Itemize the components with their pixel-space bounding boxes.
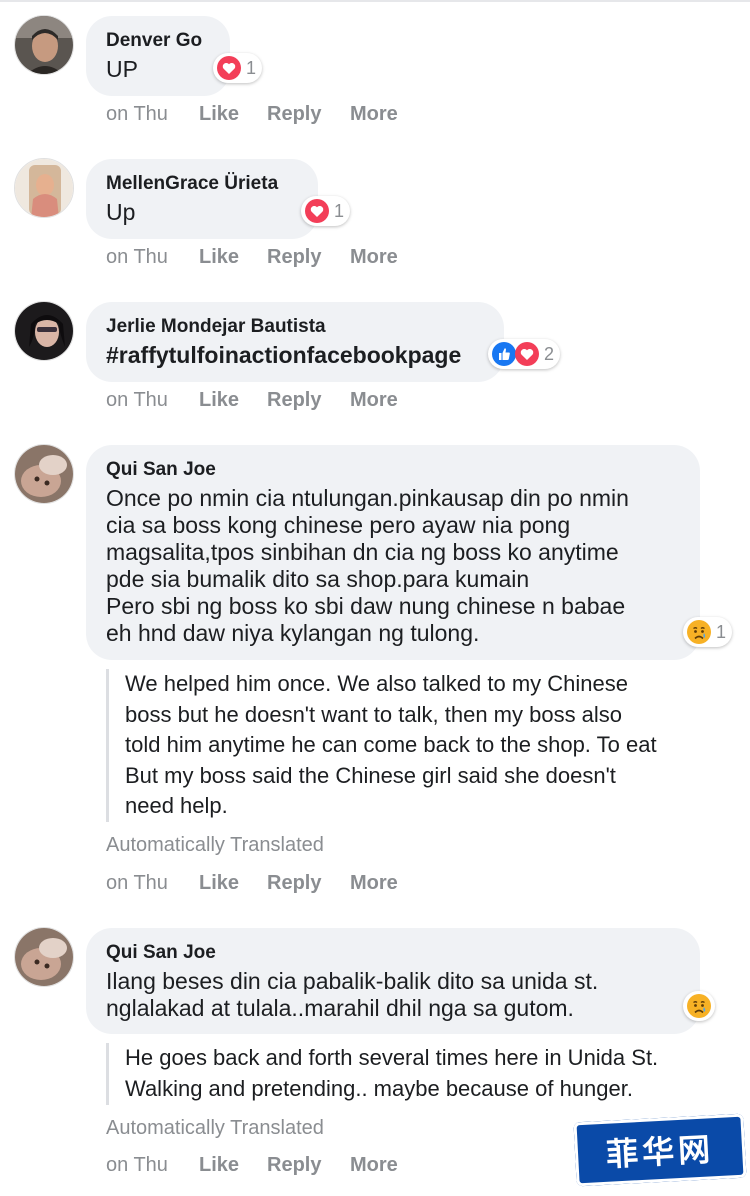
comment-bubble[interactable]: Jerlie Mondejar Bautista #raffytulfoinac… [86, 302, 504, 382]
more-button[interactable]: More [350, 246, 398, 269]
reaction-badge[interactable]: 1 [213, 53, 263, 83]
reaction-count: 2 [544, 343, 555, 364]
comment-bubble[interactable]: Denver Go UP [86, 16, 230, 96]
love-reaction-icon [217, 56, 241, 80]
comment-bubble[interactable]: MellenGrace Ürieta Up [86, 159, 318, 239]
avatar[interactable] [14, 927, 74, 987]
avatar[interactable] [14, 158, 74, 218]
comment-timestamp[interactable]: on Thu [106, 1154, 168, 1177]
reply-button[interactable]: Reply [267, 246, 321, 269]
translation-line: boss but he doesn't want to talk, then m… [125, 701, 623, 727]
reply-button[interactable]: Reply [267, 389, 321, 412]
avatar[interactable] [14, 15, 74, 75]
reaction-badge[interactable]: 2 [488, 339, 561, 369]
watermark-logo: 菲华网 [573, 1113, 747, 1187]
auto-translated-label[interactable]: Automatically Translated [106, 1117, 324, 1140]
comment-line: eh hnd daw niya kylangan ng tulong. [106, 620, 480, 646]
like-button[interactable]: Like [199, 103, 239, 126]
love-reaction-icon [305, 199, 329, 223]
comment-line: Up [106, 199, 136, 225]
comment-timestamp[interactable]: on Thu [106, 103, 168, 126]
comment-hashtag-link[interactable]: #raffytulfoinactionfacebookpage [106, 342, 484, 369]
comment-text: Once po nmin cia ntulungan.pinkausap din… [106, 485, 680, 647]
translation-line: But my boss said the Chinese girl said s… [125, 762, 616, 788]
translation-line: Walking and pretending.. maybe because o… [125, 1075, 633, 1101]
reaction-badge[interactable] [683, 991, 715, 1021]
comment-line: Ilang beses din cia pabalik-balik dito s… [106, 968, 599, 994]
comment-author[interactable]: MellenGrace Ürieta [106, 172, 298, 196]
translation-line: need help. [125, 793, 228, 818]
like-button[interactable]: Like [199, 1154, 239, 1177]
comment-timestamp[interactable]: on Thu [106, 389, 168, 412]
comment-bubble[interactable]: Qui San Joe Ilang beses din cia pabalik-… [86, 928, 700, 1034]
comment-timestamp[interactable]: on Thu [106, 246, 168, 269]
reaction-badge[interactable]: 1 [683, 617, 733, 647]
translation-line: told him anytime he can come back to the… [125, 732, 657, 757]
comment-timestamp[interactable]: on Thu [106, 872, 168, 895]
comment-line: Pero sbi ng boss ko sbi daw nung chinese… [106, 593, 626, 619]
more-button[interactable]: More [350, 389, 398, 412]
reaction-count: 1 [334, 200, 345, 221]
reply-button[interactable]: Reply [267, 103, 321, 126]
more-button[interactable]: More [350, 872, 398, 895]
comment-line: magsalita,tpos sinbihan dn cia ng boss k… [106, 539, 619, 565]
like-button[interactable]: Like [199, 246, 239, 269]
top-divider [0, 0, 750, 2]
comment-text: #raffytulfoinactionfacebookpage [106, 342, 484, 369]
like-button[interactable]: Like [199, 872, 239, 895]
comment-line: Once po nmin cia ntulungan.pinkausap din… [106, 485, 629, 511]
comment-line: cia sa boss kong chinese pero ayaw nia p… [106, 512, 571, 538]
sad-reaction-icon [687, 994, 711, 1018]
reaction-count: 1 [246, 57, 257, 78]
comment-line: nglalakad at tulala..marahil dhil nga sa… [106, 995, 574, 1021]
comment-text: Ilang beses din cia pabalik-balik dito s… [106, 968, 680, 1022]
translation-block: He goes back and forth several times her… [106, 1043, 658, 1105]
more-button[interactable]: More [350, 1154, 398, 1177]
comment-text: UP [106, 56, 210, 83]
reply-button[interactable]: Reply [267, 1154, 321, 1177]
comment-text: Up [106, 199, 298, 226]
comment-author[interactable]: Denver Go [106, 29, 210, 53]
reaction-count: 1 [716, 621, 727, 642]
reaction-badge[interactable]: 1 [301, 196, 351, 226]
avatar[interactable] [14, 444, 74, 504]
avatar[interactable] [14, 301, 74, 361]
comment-line: pde sia bumalik dito sa shop.para kumain [106, 566, 530, 592]
translation-line: We helped him once. We also talked to my… [125, 671, 629, 696]
more-button[interactable]: More [350, 103, 398, 126]
comment-author[interactable]: Jerlie Mondejar Bautista [106, 315, 484, 339]
auto-translated-label[interactable]: Automatically Translated [106, 834, 324, 857]
comment-bubble[interactable]: Qui San Joe Once po nmin cia ntulungan.p… [86, 445, 700, 660]
translation-block: We helped him once. We also talked to my… [106, 669, 657, 822]
translation-line: He goes back and forth several times her… [125, 1045, 659, 1070]
love-reaction-icon [515, 342, 539, 366]
reply-button[interactable]: Reply [267, 872, 321, 895]
comment-line: UP [106, 56, 138, 82]
sad-reaction-icon [687, 620, 711, 644]
comment-author[interactable]: Qui San Joe [106, 941, 680, 965]
like-button[interactable]: Like [199, 389, 239, 412]
watermark-text: 菲华网 [605, 1130, 716, 1174]
comment-author[interactable]: Qui San Joe [106, 458, 680, 482]
